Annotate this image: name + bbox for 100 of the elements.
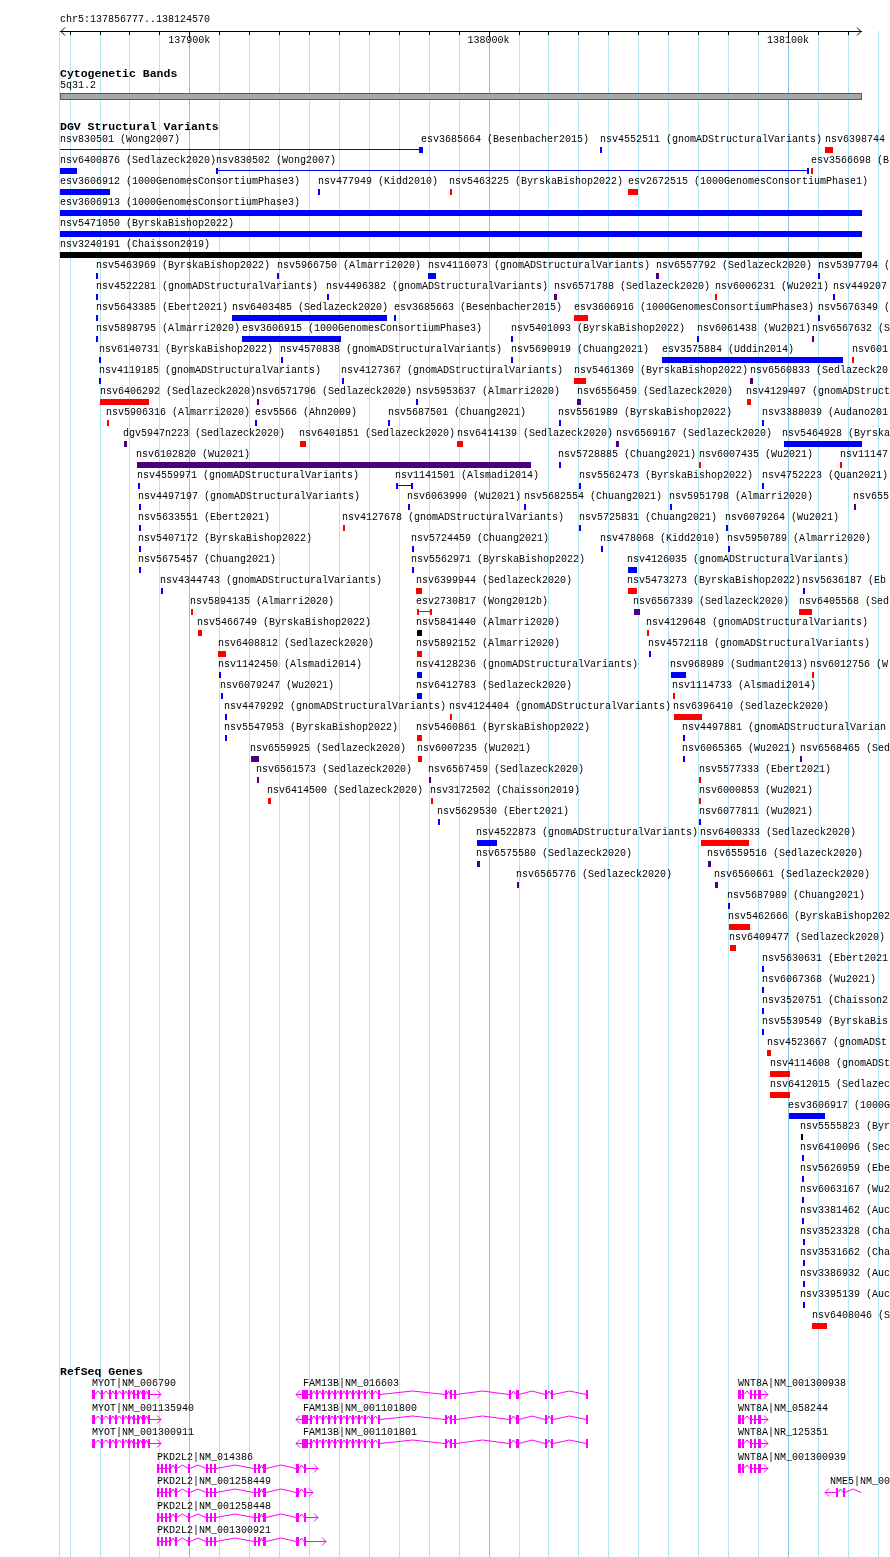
variant-bar[interactable] xyxy=(729,924,750,930)
variant-bar[interactable] xyxy=(671,672,686,678)
variant-label: nsv6412783 (Sedlazeck2020) xyxy=(416,681,573,691)
variant-bar[interactable] xyxy=(251,756,259,762)
variant-bar[interactable] xyxy=(574,378,586,384)
variant-bar[interactable] xyxy=(268,798,271,804)
variant-bar[interactable] xyxy=(417,630,422,636)
variant-label: nsv6063990 (Wu2021) xyxy=(407,492,522,502)
variant-bar[interactable] xyxy=(628,567,637,573)
variant-bar[interactable] xyxy=(242,336,341,342)
variant-bar[interactable] xyxy=(554,294,557,300)
variant-bar[interactable] xyxy=(770,1071,790,1077)
variant-span[interactable] xyxy=(417,609,432,615)
variant-bar[interactable] xyxy=(577,399,581,405)
variant-label: nsv6000853 (Wu2021) xyxy=(699,786,814,796)
variant-bar[interactable] xyxy=(218,651,226,657)
gene-model[interactable] xyxy=(92,1415,162,1424)
variant-bar[interactable] xyxy=(60,168,77,174)
variant-bar[interactable] xyxy=(656,273,659,279)
variant-bar[interactable] xyxy=(477,840,497,846)
variant-label: nsv477949 (Kidd2010) xyxy=(318,177,439,187)
variant-label: nsv5643385 (Ebert2021) xyxy=(96,303,229,313)
variant-bar[interactable] xyxy=(825,147,833,153)
variant-bar[interactable] xyxy=(60,210,862,216)
variant-bar[interactable] xyxy=(628,189,638,195)
variant-bar[interactable] xyxy=(100,399,149,405)
variant-label: nsv6398744 xyxy=(825,135,885,145)
variant-bar[interactable] xyxy=(418,756,422,762)
variant-bar[interactable] xyxy=(616,441,619,447)
variant-label: nsv3388039 (Audano201 xyxy=(762,408,889,418)
variant-bar[interactable] xyxy=(574,315,588,321)
variant-bar[interactable] xyxy=(137,462,531,468)
variant-bar[interactable] xyxy=(799,609,812,615)
variant-bar[interactable] xyxy=(300,441,306,447)
gene-model[interactable] xyxy=(295,1390,589,1399)
variant-label: nsv6567459 (Sedlazeck2020) xyxy=(428,765,585,775)
variant-bar[interactable] xyxy=(634,609,640,615)
variant-label: nsv6408812 (Sedlazeck2020) xyxy=(218,639,375,649)
variant-bar[interactable] xyxy=(770,1092,790,1098)
variant-bar[interactable] xyxy=(708,861,711,867)
variant-bar[interactable] xyxy=(730,945,736,951)
variant-bar[interactable] xyxy=(60,231,862,237)
variant-bar[interactable] xyxy=(750,378,753,384)
gene-model[interactable] xyxy=(92,1439,162,1448)
variant-bar[interactable] xyxy=(812,1323,827,1329)
variant-bar[interactable] xyxy=(701,840,749,846)
gene-model[interactable] xyxy=(157,1513,319,1522)
variant-label: esv2672515 (1000GenomesConsortiumPhase1) xyxy=(628,177,869,187)
variant-label: nsv5539549 (ByrskaBis xyxy=(762,1017,889,1027)
variant-label: nsv4570838 (gnomADStructuralVariants) xyxy=(280,345,503,355)
variant-bar[interactable] xyxy=(662,357,843,363)
variant-label: nsv6567632 (S xyxy=(812,324,890,334)
variant-label: nsv601 xyxy=(852,345,888,355)
variant-bar[interactable] xyxy=(417,735,422,741)
variant-bar[interactable] xyxy=(417,651,422,657)
variant-span[interactable] xyxy=(396,483,413,489)
gene-model[interactable] xyxy=(157,1464,319,1473)
variant-label: nsv5728885 (Chuang2021) xyxy=(558,450,697,460)
variant-bar[interactable] xyxy=(124,441,127,447)
gene-model[interactable] xyxy=(157,1537,327,1546)
variant-label: nsv4552511 (gnomADStructuralVariants) xyxy=(600,135,823,145)
variant-bar[interactable] xyxy=(784,441,862,447)
variant-bar[interactable] xyxy=(417,672,422,678)
gene-model[interactable] xyxy=(824,1488,863,1497)
variant-bar[interactable] xyxy=(419,147,423,153)
variant-bar[interactable] xyxy=(457,441,463,447)
variant-span[interactable] xyxy=(216,168,809,174)
variant-bar[interactable] xyxy=(416,588,422,594)
gene-model[interactable] xyxy=(295,1415,589,1424)
variant-label: nsv5687989 (Chuang2021) xyxy=(727,891,866,901)
gene-model[interactable] xyxy=(738,1439,769,1448)
variant-bar[interactable] xyxy=(232,315,387,321)
gene-model[interactable] xyxy=(738,1390,769,1399)
variant-bar[interactable] xyxy=(674,714,702,720)
variant-bar[interactable] xyxy=(477,861,480,867)
ruler-tick-label: 138100k xyxy=(766,36,809,46)
variant-bar[interactable] xyxy=(767,1050,771,1056)
gene-model[interactable] xyxy=(295,1439,589,1448)
gene-model[interactable] xyxy=(738,1415,769,1424)
variant-bar[interactable] xyxy=(417,693,422,699)
variant-label: nsv5966750 (Almarri2020) xyxy=(277,261,422,271)
variant-bar[interactable] xyxy=(789,1113,825,1119)
variant-bar[interactable] xyxy=(198,630,202,636)
variant-label: nsv830502 (Wong2007) xyxy=(216,156,337,166)
variant-label: nsv5555823 (Byr xyxy=(800,1122,890,1132)
variant-bar[interactable] xyxy=(715,882,718,888)
gene-model[interactable] xyxy=(157,1488,314,1497)
cytoband-bar[interactable] xyxy=(60,93,862,100)
variant-bar[interactable] xyxy=(428,273,436,279)
variant-bar[interactable] xyxy=(747,399,751,405)
variant-label: nsv5630631 (Ebert2021 xyxy=(762,954,889,964)
gene-label: FAM13B|NM_001101800 xyxy=(303,1404,418,1414)
variant-bar[interactable] xyxy=(628,588,637,594)
gene-model[interactable] xyxy=(92,1390,162,1399)
variant-label: nsv5725831 (Chuang2021) xyxy=(579,513,718,523)
variant-bar[interactable] xyxy=(60,252,862,258)
variant-label: nsv1142450 (Alsmadi2014) xyxy=(218,660,363,670)
variant-bar[interactable] xyxy=(60,189,110,195)
gene-model[interactable] xyxy=(738,1464,769,1473)
variant-span[interactable] xyxy=(60,147,419,153)
